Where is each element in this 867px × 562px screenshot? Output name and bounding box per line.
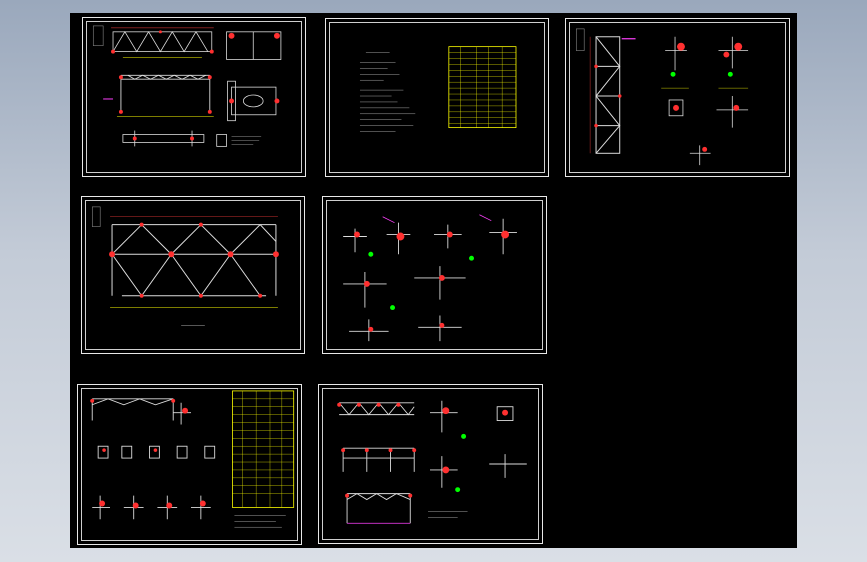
drawing-sheet-7[interactable] bbox=[318, 384, 543, 544]
drawing-sheet-6[interactable] bbox=[77, 384, 302, 545]
drawing-sheet-4[interactable] bbox=[81, 196, 305, 354]
drawing-sheet-5[interactable] bbox=[322, 196, 547, 354]
design-notes-and-material-table-icon bbox=[359, 46, 517, 132]
column-elevation-and-node-details-icon bbox=[575, 28, 749, 166]
truss-details-and-schedule-icon bbox=[90, 390, 295, 528]
truss-elevation-drawing-icon bbox=[91, 206, 279, 326]
cad-drawing-canvas[interactable] bbox=[70, 13, 797, 548]
drawing-sheet-3[interactable] bbox=[565, 18, 790, 177]
drawing-sheet-2[interactable] bbox=[325, 18, 549, 177]
steel-frame-elevation-drawing-icon bbox=[92, 25, 282, 147]
frame-elevations-and-connections-icon bbox=[337, 400, 527, 524]
joint-connection-details-icon bbox=[343, 214, 517, 342]
drawing-sheet-1[interactable] bbox=[82, 17, 306, 177]
